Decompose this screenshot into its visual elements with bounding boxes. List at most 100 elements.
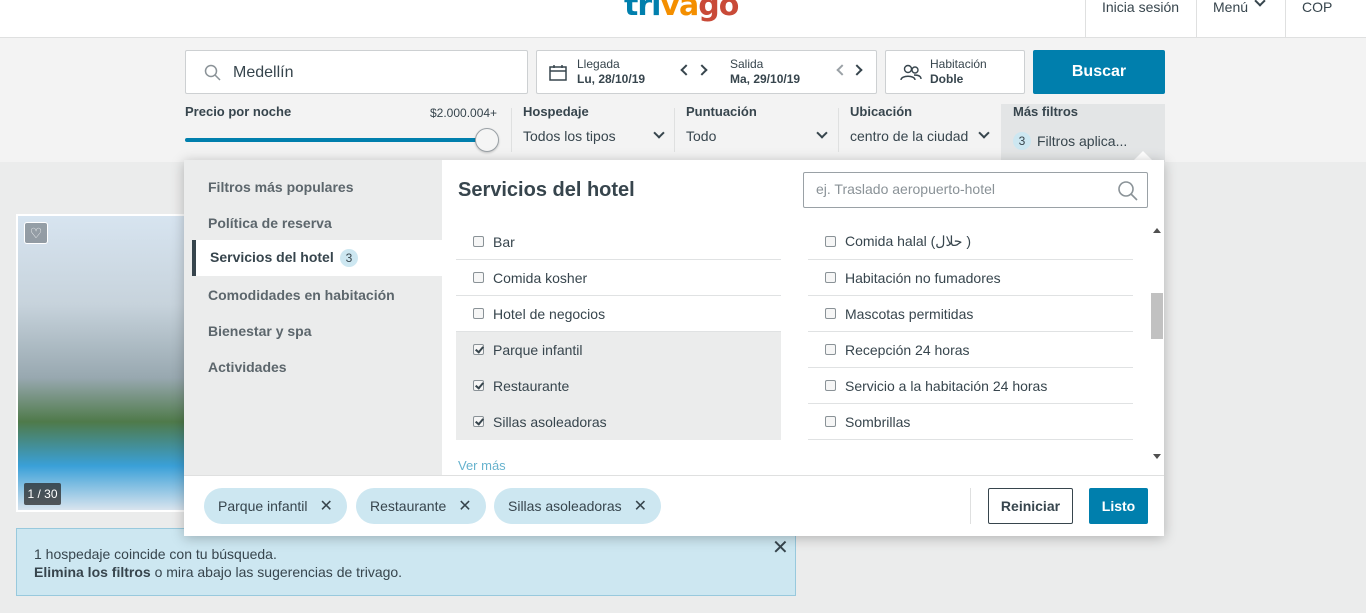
amenity-label: Comida halal (حلال ) <box>845 233 972 249</box>
category-wellness-spa[interactable]: Bienestar y spa <box>208 323 312 339</box>
amenity-option[interactable]: Parque infantil <box>456 332 781 368</box>
trivago-logo[interactable]: trivago <box>624 0 739 23</box>
close-icon[interactable]: ✕ <box>320 496 333 516</box>
reset-button[interactable]: Reiniciar <box>988 488 1073 524</box>
checkbox[interactable] <box>825 308 836 319</box>
remove-filters-link[interactable]: Elimina los filtros <box>34 564 151 580</box>
amenity-option[interactable]: Bar <box>456 224 781 260</box>
rating-filter[interactable]: Puntuación Todo <box>686 104 828 144</box>
top-header: trivago Inicia sesión Menú COP <box>0 0 1366 38</box>
close-icon[interactable]: ✕ <box>458 496 471 516</box>
scroll-up-icon[interactable] <box>1153 228 1161 233</box>
close-icon[interactable]: ✕ <box>634 496 647 516</box>
filter-divider <box>511 108 512 152</box>
checkout-value[interactable]: Ma, 29/10/19 <box>730 72 800 86</box>
chip-sun-loungers[interactable]: Sillas asoleadoras ✕ <box>494 488 662 524</box>
amenity-option[interactable]: Sillas asoleadoras <box>456 404 781 440</box>
hotel-photo[interactable] <box>16 214 194 512</box>
room-value: Doble <box>930 72 964 86</box>
panel-footer: Parque infantil ✕ Restaurante ✕ Sillas aso… <box>184 475 1164 536</box>
calendar-icon <box>549 65 567 81</box>
room-selector[interactable]: Habitación Doble <box>885 50 1025 94</box>
price-slider-handle[interactable] <box>475 128 499 152</box>
scroll-down-icon[interactable] <box>1153 454 1161 459</box>
amenity-option[interactable]: Comida halal (حلال ) <box>808 224 1133 260</box>
checkbox[interactable] <box>825 344 836 355</box>
checkin-prev-icon[interactable] <box>680 64 692 76</box>
chip-playground[interactable]: Parque infantil ✕ <box>204 488 347 524</box>
login-link[interactable]: Inicia sesión <box>1085 0 1196 38</box>
filter-divider <box>674 108 675 152</box>
login-label: Inicia sesión <box>1102 0 1180 15</box>
amenity-option[interactable]: Servicio a la habitación 24 horas <box>808 368 1133 404</box>
chevron-down-icon <box>978 127 990 139</box>
checkout-prev-icon[interactable] <box>836 64 848 76</box>
filter-divider <box>838 108 839 152</box>
menu-button[interactable]: Menú <box>1196 0 1285 38</box>
amenity-option[interactable]: Recepción 24 horas <box>808 332 1133 368</box>
amenity-option[interactable]: Sombrillas <box>808 404 1133 440</box>
amenity-label: Comida kosher <box>493 269 588 286</box>
checkin-value[interactable]: Lu, 28/10/19 <box>577 72 645 86</box>
category-booking-policy[interactable]: Política de reserva <box>208 215 332 231</box>
checkbox-checked[interactable] <box>473 416 484 427</box>
checkin-next-icon[interactable] <box>696 64 708 76</box>
lodging-filter[interactable]: Hospedaje Todos los tipos <box>523 104 665 144</box>
scrollbar-thumb[interactable] <box>1151 293 1163 339</box>
amenity-label: Restaurante <box>493 377 570 394</box>
notice-line-2: Elimina los filtros o mira abajo las sug… <box>34 564 402 580</box>
checkbox[interactable] <box>825 236 836 247</box>
heart-icon[interactable]: ♡ <box>24 222 48 244</box>
price-slider-track[interactable] <box>185 138 485 142</box>
checkbox[interactable] <box>825 380 836 391</box>
checkbox[interactable] <box>825 416 836 427</box>
category-hotel-services-label: Servicios del hotel <box>210 249 334 265</box>
currency-label: COP <box>1302 0 1333 15</box>
category-activities[interactable]: Actividades <box>208 359 287 375</box>
amenity-option[interactable]: Hotel de negocios <box>456 296 781 332</box>
lodging-filter-value: Todos los tipos <box>523 128 616 144</box>
category-popular-filters[interactable]: Filtros más populares <box>208 179 353 195</box>
more-filters-value: Filtros aplica... <box>1037 133 1128 149</box>
guests-icon <box>900 64 922 81</box>
date-picker[interactable]: Llegada Lu, 28/10/19 Salida Ma, 29/10/19 <box>536 50 877 94</box>
see-more-link[interactable]: Ver más <box>458 458 506 473</box>
search-button[interactable]: Buscar <box>1033 50 1165 94</box>
checkbox[interactable] <box>825 272 836 283</box>
search-icon[interactable] <box>1117 180 1139 202</box>
options-scrollbar[interactable] <box>1149 220 1164 465</box>
chip-label: Sillas asoleadoras <box>508 498 622 514</box>
photo-counter: 1 / 30 <box>24 483 61 505</box>
amenity-option[interactable]: Habitación no fumadores <box>808 260 1133 296</box>
chevron-down-icon <box>1254 0 1266 7</box>
checkbox-checked[interactable] <box>473 344 484 355</box>
location-filter-label: Ubicación <box>850 104 913 119</box>
amenity-label: Bar <box>493 233 515 250</box>
amenity-label: Servicio a la habitación 24 horas <box>845 377 1048 394</box>
currency-selector[interactable]: COP <box>1285 0 1366 38</box>
destination-input[interactable]: Medellín <box>185 50 528 94</box>
category-hotel-services[interactable]: Servicios del hotel 3 <box>192 240 442 276</box>
amenity-option[interactable]: Comida kosher <box>456 260 781 296</box>
price-filter-value: $2.000.004+ <box>430 106 498 120</box>
chevron-down-icon <box>816 127 828 139</box>
rating-filter-value: Todo <box>686 128 717 144</box>
price-filter-label: Precio por noche <box>185 104 292 119</box>
checkbox-checked[interactable] <box>473 380 484 391</box>
close-icon[interactable]: ✕ <box>772 535 789 560</box>
location-filter[interactable]: Ubicación centro de la ciudad <box>850 104 990 144</box>
checkout-next-icon[interactable] <box>851 64 863 76</box>
amenity-option[interactable]: Restaurante <box>456 368 781 404</box>
category-room-amenities[interactable]: Comodidades en habitación <box>208 287 395 303</box>
checkbox[interactable] <box>473 236 484 247</box>
service-search-field[interactable] <box>803 172 1148 208</box>
category-count-badge: 3 <box>340 249 358 267</box>
checkbox[interactable] <box>473 272 484 283</box>
more-filters-panel: Filtros más populares Política de reserv… <box>184 160 1164 536</box>
amenity-option[interactable]: Mascotas permitidas <box>808 296 1133 332</box>
checkbox[interactable] <box>473 308 484 319</box>
panel-title: Servicios del hotel <box>458 179 635 201</box>
done-button[interactable]: Listo <box>1089 488 1148 524</box>
chip-restaurant[interactable]: Restaurante ✕ <box>356 488 486 524</box>
service-search-input[interactable] <box>816 181 1106 197</box>
